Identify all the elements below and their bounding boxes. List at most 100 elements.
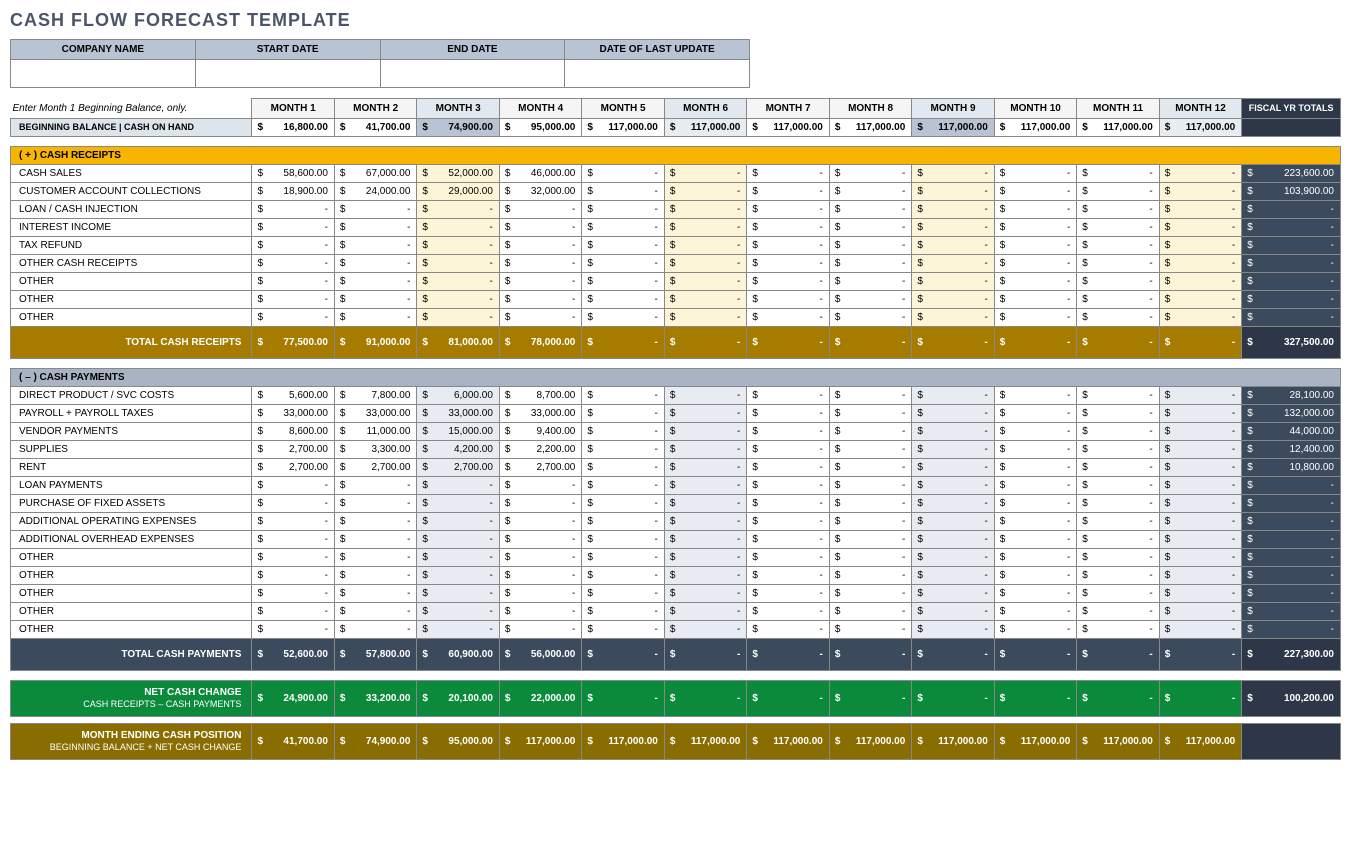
money-cell[interactable]: $33,000.00 [334,404,416,422]
money-cell[interactable]: $- [1242,602,1341,620]
money-cell[interactable]: $- [912,680,994,716]
money-cell[interactable]: $- [664,584,746,602]
money-cell[interactable]: $- [664,254,746,272]
money-cell[interactable]: $- [664,458,746,476]
money-cell[interactable]: $32,000.00 [499,182,581,200]
money-cell[interactable]: $- [1077,254,1159,272]
money-cell[interactable]: $- [1159,566,1241,584]
money-cell[interactable]: $- [664,638,746,670]
money-cell[interactable]: $- [829,308,911,326]
money-cell[interactable]: $18,900.00 [252,182,334,200]
money-cell[interactable]: $- [334,620,416,638]
money-cell[interactable]: $- [417,308,499,326]
money-cell[interactable]: $- [664,422,746,440]
money-cell[interactable]: $117,000.00 [994,723,1076,759]
money-cell[interactable]: $- [747,164,829,182]
money-cell[interactable]: $- [664,182,746,200]
money-cell[interactable]: $- [499,602,581,620]
money-cell[interactable]: $- [912,182,994,200]
money-cell[interactable]: $24,000.00 [334,182,416,200]
money-cell[interactable]: $8,700.00 [499,386,581,404]
money-cell[interactable]: $- [1077,548,1159,566]
money-cell[interactable]: $- [334,476,416,494]
meta-cell[interactable] [195,60,380,88]
money-cell[interactable]: $- [912,422,994,440]
money-cell[interactable]: $- [1077,566,1159,584]
money-cell[interactable]: $- [417,236,499,254]
money-cell[interactable]: $- [582,476,664,494]
money-cell[interactable]: $- [664,440,746,458]
money-cell[interactable]: $- [1159,458,1241,476]
money-cell[interactable]: $- [829,272,911,290]
money-cell[interactable]: $- [417,548,499,566]
money-cell[interactable]: $- [499,254,581,272]
money-cell[interactable]: $24,900.00 [252,680,334,716]
money-cell[interactable]: $- [252,272,334,290]
money-cell[interactable]: $- [747,680,829,716]
money-cell[interactable]: $57,800.00 [334,638,416,670]
money-cell[interactable]: $- [582,164,664,182]
money-cell[interactable]: $- [1159,386,1241,404]
money-cell[interactable]: $- [499,530,581,548]
money-cell[interactable]: $- [1159,182,1241,200]
money-cell[interactable]: $- [994,164,1076,182]
money-cell[interactable]: $- [1242,272,1341,290]
money-cell[interactable]: $- [829,566,911,584]
money-cell[interactable]: $- [912,620,994,638]
money-cell[interactable]: $- [499,566,581,584]
money-cell[interactable]: $- [747,218,829,236]
money-cell[interactable]: $- [994,422,1076,440]
money-cell[interactable]: $- [664,236,746,254]
money-cell[interactable]: $- [582,566,664,584]
meta-cell[interactable] [380,60,565,88]
money-cell[interactable]: $- [1242,566,1341,584]
money-cell[interactable]: $- [499,476,581,494]
money-cell[interactable]: $- [582,386,664,404]
money-cell[interactable]: $- [664,386,746,404]
money-cell[interactable]: $117,000.00 [499,723,581,759]
money-cell[interactable]: $- [747,272,829,290]
money-cell[interactable]: $- [1159,326,1241,358]
money-cell[interactable]: $- [499,290,581,308]
money-cell[interactable]: $- [1159,680,1241,716]
money-cell[interactable]: $- [252,602,334,620]
money-cell[interactable]: $- [334,254,416,272]
money-cell[interactable]: $- [417,494,499,512]
money-cell[interactable]: $- [994,458,1076,476]
money-cell[interactable]: $117,000.00 [582,723,664,759]
money-cell[interactable]: $117,000.00 [747,118,829,136]
money-cell[interactable]: $- [499,548,581,566]
money-cell[interactable]: $- [334,566,416,584]
money-cell[interactable]: $- [1159,236,1241,254]
money-cell[interactable]: $- [334,548,416,566]
money-cell[interactable]: $- [1242,218,1341,236]
money-cell[interactable]: $- [994,386,1076,404]
money-cell[interactable]: $- [664,530,746,548]
money-cell[interactable]: $- [664,602,746,620]
money-cell[interactable]: $- [1159,584,1241,602]
money-cell[interactable]: $- [1159,218,1241,236]
money-cell[interactable]: $- [417,584,499,602]
money-cell[interactable]: $- [664,404,746,422]
money-cell[interactable]: $- [1159,404,1241,422]
money-cell[interactable]: $- [582,512,664,530]
money-cell[interactable]: $4,200.00 [417,440,499,458]
money-cell[interactable]: $29,000.00 [417,182,499,200]
money-cell[interactable]: $- [1077,584,1159,602]
money-cell[interactable]: $103,900.00 [1242,182,1341,200]
money-cell[interactable]: $- [252,254,334,272]
money-cell[interactable]: $3,300.00 [334,440,416,458]
money-cell[interactable]: $- [1159,638,1241,670]
money-cell[interactable]: $- [252,218,334,236]
money-cell[interactable]: $- [582,422,664,440]
money-cell[interactable]: $- [1077,236,1159,254]
money-cell[interactable]: $- [994,602,1076,620]
money-cell[interactable]: $- [417,530,499,548]
money-cell[interactable]: $- [1077,272,1159,290]
money-cell[interactable]: $- [582,236,664,254]
money-cell[interactable]: $- [499,308,581,326]
money-cell[interactable]: $- [582,584,664,602]
meta-cell[interactable] [11,60,196,88]
money-cell[interactable]: $- [829,494,911,512]
money-cell[interactable]: $77,500.00 [252,326,334,358]
